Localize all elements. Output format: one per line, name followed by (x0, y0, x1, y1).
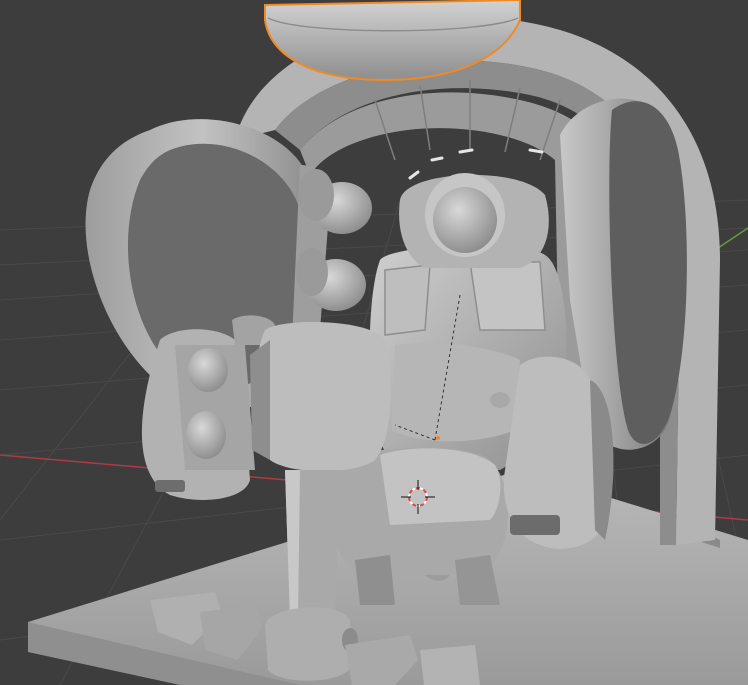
3d-viewport[interactable] (0, 0, 748, 685)
headrest[interactable] (399, 173, 549, 268)
origin-dot-icon (436, 436, 440, 440)
scene-canvas[interactable] (0, 0, 748, 685)
